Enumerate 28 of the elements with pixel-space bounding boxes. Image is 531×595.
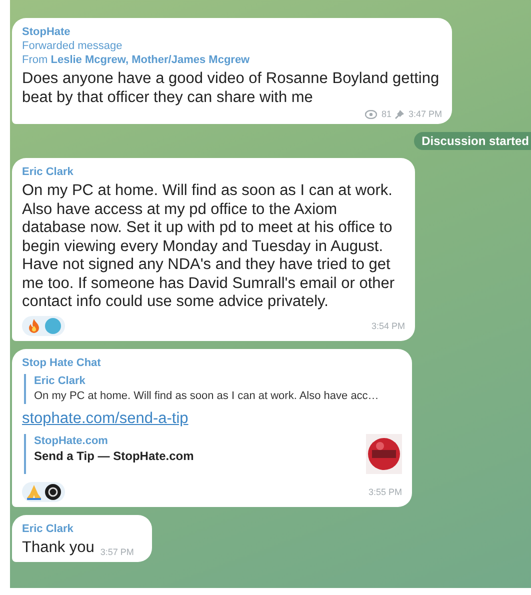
message-time: 3:57 PM <box>100 547 134 557</box>
sender-name: Eric Clark <box>22 522 74 536</box>
view-count: 81 <box>381 109 392 119</box>
service-message: Discussion started <box>414 132 531 150</box>
sender-name: StopHate <box>22 25 72 39</box>
reaction-chip[interactable] <box>22 482 65 502</box>
fire-icon <box>26 318 42 334</box>
avatar-icon <box>45 484 61 500</box>
sender-name: Stop Hate Chat <box>22 356 102 370</box>
link[interactable]: stophate.com/send-a-tip <box>22 410 188 428</box>
eye-icon <box>365 110 378 118</box>
message-time: 3:55 PM <box>368 486 402 496</box>
forward-label: Forwarded message <box>22 39 124 53</box>
message-text: Does anyone have a good video of Rosanne Boyland getting beat by that officer they can share with me <box>22 70 440 107</box>
message-text: Thank you <box>22 538 94 557</box>
message-time: 3:54 PM <box>371 320 405 330</box>
pin-icon <box>395 110 404 118</box>
message-time: 3:47 PM <box>408 109 442 119</box>
forward-source: From Leslie Mcgrew, Mother/James Mcgrew <box>22 53 251 67</box>
reply-sender: Eric Clark <box>34 374 86 388</box>
reply-text: On my PC at home. Will find as soon as I can at work. Also have acc… <box>34 388 380 404</box>
reply-quote[interactable]: Eric Clark On my PC at home. Will find as soon as I can at work. Also have acc… <box>24 374 402 404</box>
preview-title: Send a Tip — StopHate.com <box>34 448 194 464</box>
message-text: On my PC at home. Will find as soon as I can at work. Also have access at my pd office to the Axiom database now. Set it up with pd to meet at his office to begin viewing every Monday and Tuesday in August. Have not signed any NDA's and they have tried to get me too. If someone has David Sumrall's email or other contact info could use some advice privately. <box>22 182 396 312</box>
sender-name: Eric Clark <box>22 165 74 179</box>
link-preview[interactable]: StopHate.com Send a Tip — StopHate.com <box>24 434 402 474</box>
avatar-icon <box>45 318 61 334</box>
preview-site: StopHate.com <box>34 434 109 448</box>
